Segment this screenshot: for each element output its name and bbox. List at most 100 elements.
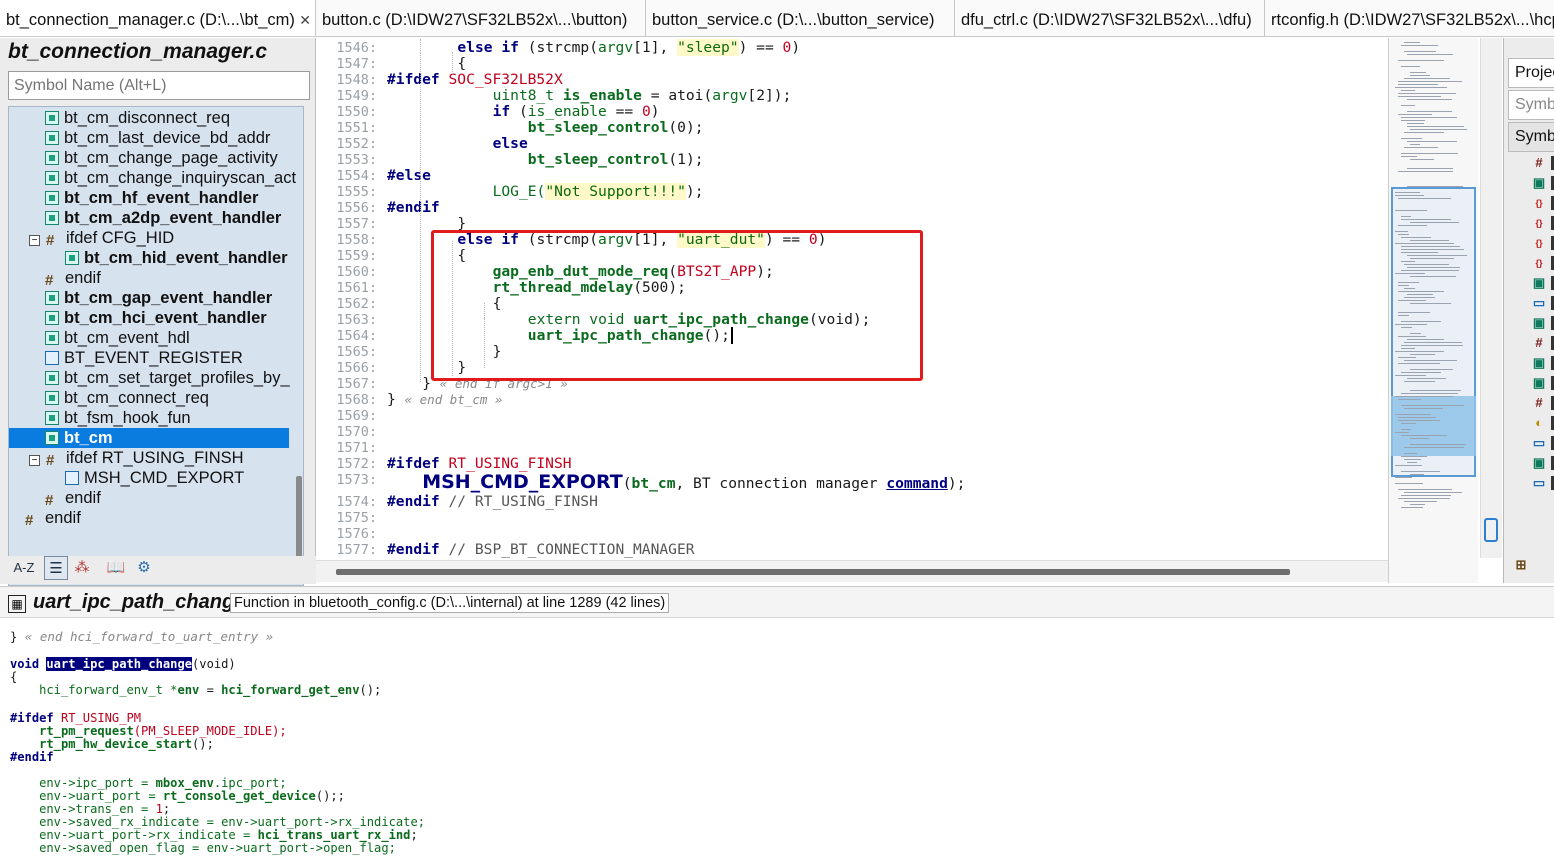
editor-horizontal-scrollbar[interactable]	[316, 560, 1388, 582]
code-line[interactable]: #endif // BSP_BT_CONNECTION_MANAGER	[387, 541, 695, 558]
context-symbol-info: Function in bluetooth_config.c (D:\...\i…	[230, 593, 670, 613]
scrollbar-thumb[interactable]	[1484, 518, 1498, 542]
symbol-tree-item-label: bt_cm_gap_event_handler	[64, 289, 273, 307]
symbol-tree-item[interactable]: # endif	[9, 268, 101, 288]
context-code-line[interactable]: env->uart_port->rx_indicate = hci_trans_…	[10, 828, 418, 842]
list-view-icon[interactable]: ☰	[44, 556, 68, 580]
minimap-line	[1395, 432, 1409, 433]
symbol-tree-item[interactable]: bt_cm_event_hdl	[9, 328, 190, 348]
code-line[interactable]: #endif	[387, 199, 440, 216]
minimap-line	[1401, 45, 1438, 46]
symbol-tree-item[interactable]: bt_fsm_hook_fun	[9, 408, 191, 428]
sort-az-button[interactable]: A-Z	[12, 556, 36, 580]
code-line[interactable]: if (is_enable == 0)	[493, 103, 660, 120]
context-code-view[interactable]: } « end hci_forward_to_uart_entry » void …	[0, 619, 1554, 865]
context-code-line[interactable]: void uart_ipc_path_change(void)	[10, 657, 236, 671]
minimap-line	[1398, 93, 1456, 94]
minimap-line	[1401, 348, 1415, 349]
symbol-tree-item[interactable]: bt_cm_set_target_profiles_by_	[9, 368, 290, 388]
code-line[interactable]: #ifdef SOC_SF32LB52X	[387, 71, 563, 88]
tab-dfu-ctrl-c[interactable]: dfu_ctrl.c (D:\IDW27\SF32LB52x\...\dfu)	[955, 0, 1265, 36]
context-code-line[interactable]: env->ipc_port = mbox_env.ipc_port;	[10, 776, 287, 790]
context-code-line[interactable]: } « end hci_forward_to_uart_entry »	[10, 629, 273, 644]
code-minimap[interactable]	[1388, 38, 1478, 583]
code-line[interactable]: {	[457, 55, 466, 72]
panel-settings-icon[interactable]: ⊞	[1514, 558, 1528, 572]
close-tab-icon[interactable]: ✕	[299, 0, 311, 35]
tab-rtconfig-h[interactable]: rtconfig.h (D:\IDW27\SF32LB52x\...\hcp	[1265, 0, 1554, 36]
context-code-line[interactable]: env->saved_rx_indicate = env->uart_port-…	[10, 815, 425, 829]
context-code-line[interactable]: hci_forward_env_t *env = hci_forward_get…	[10, 683, 381, 697]
minimap-line	[1395, 483, 1423, 484]
line-number: 1559:	[336, 248, 377, 264]
context-code-line[interactable]: #ifdef RT_USING_PM	[10, 711, 141, 725]
context-code-line[interactable]: env->uart_port = rt_console_get_device()…	[10, 789, 345, 803]
line-number: 1558:	[336, 232, 377, 248]
code-line[interactable]: #ifdef RT_USING_FINSH	[387, 455, 572, 472]
code-line[interactable]: #else	[387, 167, 431, 184]
tab-bt-connection-manager[interactable]: bt_connection_manager.c (D:\...\bt_cm) ✕	[0, 0, 316, 36]
code-line[interactable]: } « end bt_cm »	[387, 391, 502, 408]
minimap-line	[1401, 471, 1440, 472]
minimap-line	[1410, 390, 1461, 391]
symbol-tree-item[interactable]: bt_cm_disconnect_req	[9, 108, 230, 128]
collapse-toggle-icon[interactable]: −	[29, 455, 40, 466]
symbol-tree-item[interactable]: bt_cm_change_page_activity	[9, 148, 278, 168]
book-icon[interactable]: 📖	[104, 556, 128, 580]
symbol-tree-item[interactable]: BT_EVENT_REGISTER	[9, 348, 243, 368]
symbol-tree-item[interactable]: bt_cm_a2dp_event_handler	[9, 208, 281, 228]
minimap-line	[1401, 423, 1416, 424]
symbol-tree-item[interactable]: # endif	[9, 508, 81, 528]
project-search-input[interactable]: Symb	[1508, 90, 1554, 120]
symbol-tree-item[interactable]: bt_cm_hid_event_handler	[9, 248, 288, 268]
tab-button-c[interactable]: button.c (D:\IDW27\SF32LB52x\...\button)	[316, 0, 646, 36]
settings-gear-icon[interactable]: ⚙	[132, 556, 156, 580]
minimap-line	[1401, 327, 1412, 328]
minimap-line	[1410, 504, 1425, 505]
symbol-tree-item[interactable]: − # ifdef CFG_HID	[9, 228, 174, 248]
tab-label: rtconfig.h (D:\IDW27\SF32LB52x\...\hcp	[1271, 11, 1554, 29]
collapse-toggle-icon[interactable]: −	[29, 235, 40, 246]
context-code-line[interactable]: rt_pm_request(PM_SLEEP_MODE_IDLE);	[10, 724, 287, 738]
function-icon: ▣	[1532, 175, 1546, 190]
code-line[interactable]: else if (strcmp(argv[1], "sleep") == 0)	[457, 39, 800, 56]
minimap-line	[1404, 264, 1449, 265]
minimap-line	[1407, 123, 1424, 124]
tab-symbols[interactable]: Symb	[1508, 122, 1554, 152]
context-code-line[interactable]: {	[10, 670, 17, 684]
code-line[interactable]: MSH_CMD_EXPORT(bt_cm, BT connection mana…	[422, 471, 965, 493]
minimap-line	[1407, 267, 1460, 268]
symbol-tree-item[interactable]: bt_cm_hci_event_handler	[9, 308, 267, 328]
symbol-tree-item[interactable]: MSH_CMD_EXPORT	[9, 468, 244, 488]
symbol-tree-item[interactable]: bt_cm_hf_event_handler	[9, 188, 258, 208]
tab-label: button.c (D:\IDW27\SF32LB52x\...\button)	[322, 11, 628, 29]
function-icon	[45, 291, 59, 305]
symbol-tree-vertical-scrollbar[interactable]	[296, 476, 302, 568]
scrollbar-thumb[interactable]	[336, 569, 1290, 575]
symbol-search-input[interactable]	[8, 71, 310, 100]
code-line[interactable]: bt_sleep_control(1);	[528, 151, 704, 168]
context-code-line[interactable]: env->trans_en = 1;	[10, 802, 170, 816]
code-line[interactable]: else	[493, 135, 528, 152]
symbol-tree-item[interactable]: # endif	[9, 488, 101, 508]
context-code-line[interactable]: env->saved_open_flag = env->uart_port->o…	[10, 841, 396, 855]
symbol-tree-item[interactable]: bt_cm_connect_req	[9, 388, 209, 408]
context-code-line[interactable]: #endif	[10, 750, 54, 764]
minimap-line	[1404, 342, 1462, 343]
code-line[interactable]: bt_sleep_control(0);	[528, 119, 704, 136]
editor-vertical-scrollbar[interactable]	[1480, 38, 1502, 558]
context-code-line[interactable]: rt_pm_hw_device_start();	[10, 737, 214, 751]
symbol-tree-item[interactable]: bt_cm	[9, 428, 289, 448]
symbol-tree-item[interactable]: bt_cm_gap_event_handler	[9, 288, 272, 308]
code-line[interactable]: LOG_E("Not Support!!!");	[493, 183, 703, 200]
code-line[interactable]: #endif // RT_USING_FINSH	[387, 493, 598, 510]
minimap-line	[1398, 285, 1409, 286]
minimap-line	[1407, 462, 1417, 463]
symbol-tree-item[interactable]: bt_cm_change_inquiryscan_act	[9, 168, 296, 188]
tab-button-service-c[interactable]: button_service.c (D:\...\button_service)	[646, 0, 955, 36]
category-view-icon[interactable]: ⁂	[70, 556, 94, 580]
tab-project[interactable]: Projec	[1508, 58, 1554, 88]
code-line[interactable]: uint8_t is_enable = atoi(argv[2]);	[493, 87, 792, 104]
symbol-tree-item[interactable]: − # ifdef RT_USING_FINSH	[9, 448, 244, 468]
symbol-tree-item[interactable]: bt_cm_last_device_bd_addr	[9, 128, 270, 148]
